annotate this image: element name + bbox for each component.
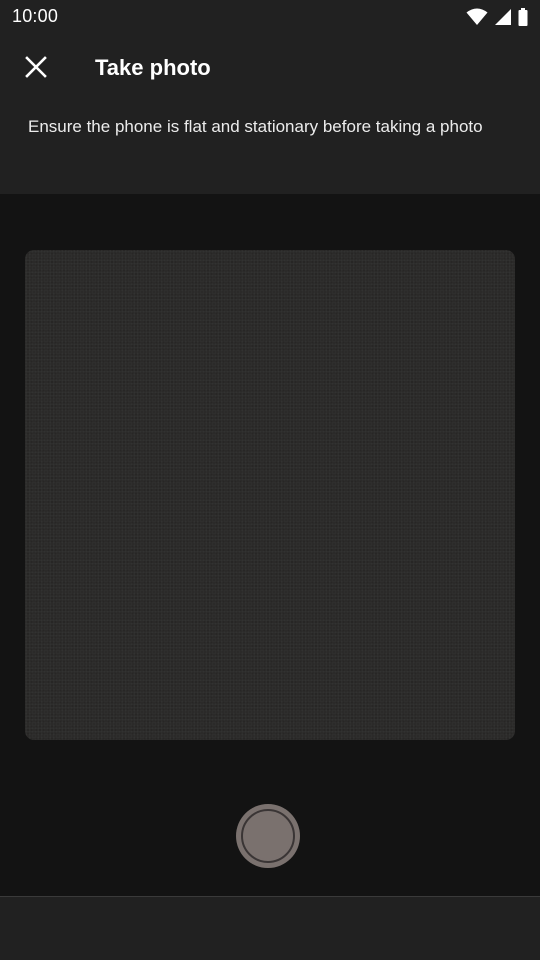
close-icon — [25, 55, 47, 83]
app-header: Take photo Ensure the phone is flat and … — [0, 34, 540, 194]
wifi-icon — [466, 8, 488, 26]
status-icons — [466, 7, 528, 27]
status-bar: 10:00 — [0, 0, 540, 34]
close-button[interactable] — [14, 47, 58, 91]
take-photo-screen: 10:00 Take photo Ensure the phone is fla… — [0, 0, 540, 960]
cellular-signal-icon — [494, 8, 512, 26]
camera-preview — [25, 250, 515, 740]
status-time: 10:00 — [12, 6, 59, 26]
page-title: Take photo — [95, 55, 211, 80]
shutter-button[interactable] — [236, 804, 300, 868]
bottom-navigation-bar — [0, 896, 540, 960]
shutter-ring — [241, 809, 295, 863]
shutter-core — [245, 813, 291, 859]
instructions-text: Ensure the phone is flat and stationary … — [28, 117, 483, 136]
battery-icon — [518, 8, 528, 26]
